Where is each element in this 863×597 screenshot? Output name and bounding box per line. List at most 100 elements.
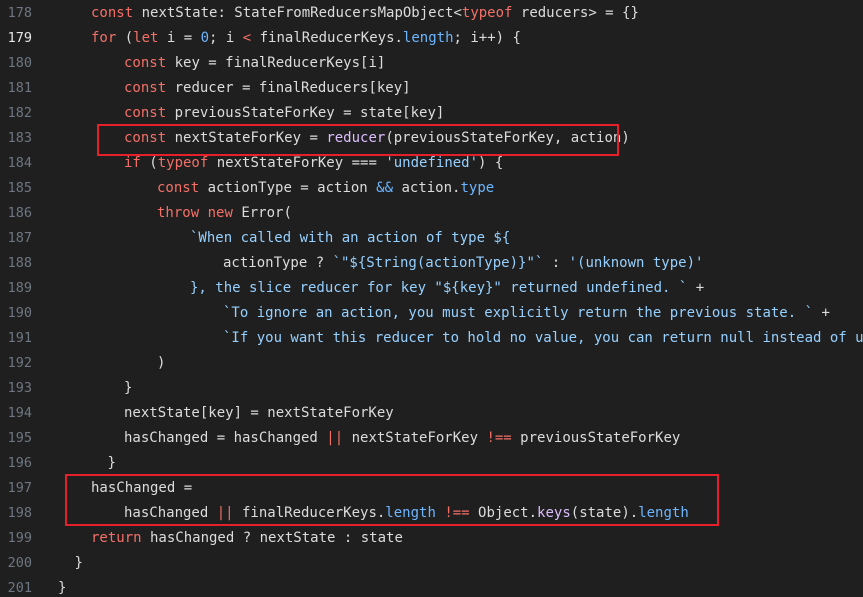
code-line[interactable]: 198 hasChanged || finalReducerKeys.length… — [0, 500, 863, 525]
code-line[interactable]: 181 const reducer = finalReducers[key] — [0, 75, 863, 100]
code-text: hasChanged = — [91, 480, 192, 496]
code-token: previousStateForKey = state[key] — [166, 104, 445, 121]
line-number: 185 — [7, 179, 32, 196]
line-number: 189 — [7, 279, 32, 296]
line-number: 190 — [7, 304, 32, 321]
line-number: 197 — [7, 479, 32, 496]
code-line[interactable]: 179 for (let i = 0; i < finalReducerKeys.… — [0, 25, 863, 50]
code-line[interactable]: 189 }, the slice reducer for key "${key}"… — [0, 275, 863, 300]
line-number: 181 — [7, 79, 32, 96]
code-text: return hasChanged ? nextState : state — [91, 530, 403, 546]
line-number: 178 — [7, 4, 32, 21]
code-token: ; i++) { — [453, 29, 521, 46]
code-line[interactable]: 190 `To ignore an action, you must explic… — [0, 300, 863, 325]
line-number: 184 — [7, 154, 32, 171]
code-text: actionType ? `"${String(actionType)}"` :… — [223, 255, 703, 271]
code-token: nextStateForKey = — [166, 129, 327, 146]
code-token: hasChanged ? nextState : state — [141, 529, 403, 546]
code-token: const — [157, 179, 200, 196]
code-text: ) — [157, 355, 165, 371]
code-line[interactable]: 191 `If you want this reducer to hold no … — [0, 325, 863, 350]
code-token: }, the slice reducer for key "${key}" re… — [190, 279, 688, 296]
code-token: } — [74, 554, 83, 571]
code-token: } — [107, 454, 116, 471]
code-line[interactable]: 200} — [0, 550, 863, 575]
code-token: typeof — [157, 154, 209, 171]
code-token: const — [91, 4, 134, 21]
code-token: hasChanged = — [91, 479, 193, 496]
code-token: + — [687, 279, 705, 296]
code-token: length — [385, 504, 436, 521]
code-token: + — [813, 304, 830, 321]
code-token: key = finalReducerKeys[i] — [166, 54, 386, 71]
code-line[interactable]: 185 const actionType = action && action.t… — [0, 175, 863, 200]
line-number: 199 — [7, 529, 32, 546]
code-text: hasChanged || finalReducerKeys.length !=… — [124, 505, 689, 521]
code-text: hasChanged = hasChanged || nextStateForK… — [124, 430, 680, 446]
code-token: ( — [140, 154, 158, 171]
code-token: actionType = action — [199, 179, 377, 196]
code-text: `If you want this reducer to hold no val… — [223, 330, 863, 346]
code-line[interactable]: 192) — [0, 350, 863, 375]
line-number: 191 — [7, 329, 32, 346]
line-number: 187 — [7, 229, 32, 246]
code-token: let — [133, 29, 159, 46]
code-token: return — [91, 529, 142, 546]
code-token: 'undefined' — [385, 154, 479, 171]
code-token: (state). — [570, 504, 639, 521]
code-line[interactable]: 199 return hasChanged ? nextState : state — [0, 525, 863, 550]
code-token: action. — [393, 179, 461, 196]
code-token: length — [402, 29, 454, 46]
code-line[interactable]: 201} — [0, 575, 863, 597]
code-line[interactable]: 188 actionType ? `"${String(actionType)}"… — [0, 250, 863, 275]
code-line[interactable]: 180 const key = finalReducerKeys[i] — [0, 50, 863, 75]
code-text: `To ignore an action, you must explicitl… — [223, 305, 830, 321]
code-line[interactable]: 195 hasChanged = hasChanged || nextStateF… — [0, 425, 863, 450]
code-token: for — [91, 29, 117, 46]
code-text: const nextState: StateFromReducersMapObj… — [91, 5, 639, 21]
code-line[interactable]: 196} — [0, 450, 863, 475]
code-line[interactable]: 187 `When called with an action of type $… — [0, 225, 863, 250]
code-token: !== — [444, 504, 470, 521]
code-token: type — [460, 179, 495, 196]
code-line[interactable]: 186 throw new Error( — [0, 200, 863, 225]
code-token: : — [543, 254, 569, 271]
code-text: const nextStateForKey = reducer(previous… — [124, 130, 630, 146]
code-token: `If you want this reducer to hold no val… — [223, 329, 863, 346]
code-token: !== — [486, 429, 512, 446]
code-editor[interactable]: 178 const nextState: StateFromReducersMap… — [0, 0, 863, 597]
code-token: const — [124, 129, 167, 146]
code-token: typeof — [461, 4, 513, 21]
code-token: ) { — [478, 154, 504, 171]
code-token: `To ignore an action, you must explicitl… — [223, 304, 814, 321]
code-line[interactable]: 197 hasChanged = — [0, 475, 863, 500]
code-token: ( — [116, 29, 134, 46]
code-token: nextStateForKey === — [208, 154, 386, 171]
code-token: new — [207, 204, 233, 221]
code-line[interactable]: 193} — [0, 375, 863, 400]
line-number: 196 — [7, 454, 32, 471]
code-line[interactable]: 194 nextState[key] = nextStateForKey — [0, 400, 863, 425]
code-token: hasChanged = hasChanged — [124, 429, 327, 446]
line-number: 200 — [7, 554, 32, 571]
code-token: `When called with an action of type ${ — [190, 229, 511, 246]
line-number: 186 — [7, 204, 32, 221]
code-text: nextState[key] = nextStateForKey — [124, 405, 394, 421]
line-number: 188 — [7, 254, 32, 271]
code-line[interactable]: 183 const nextStateForKey = reducer(previ… — [0, 125, 863, 150]
code-line[interactable]: 182 const previousStateForKey = state[key… — [0, 100, 863, 125]
code-token: throw — [157, 204, 200, 221]
line-number: 198 — [7, 504, 32, 521]
code-token: finalReducerKeys. — [251, 29, 403, 46]
code-token: const — [124, 104, 167, 121]
code-line[interactable]: 184 if (typeof nextStateForKey === 'undef… — [0, 150, 863, 175]
code-line[interactable]: 178 const nextState: StateFromReducersMap… — [0, 0, 863, 25]
code-token: || — [216, 504, 234, 521]
code-token: } — [124, 379, 133, 396]
code-token: } — [58, 579, 67, 596]
code-token: if — [124, 154, 141, 171]
line-number: 182 — [7, 104, 32, 121]
code-token: keys — [537, 504, 571, 521]
code-token: reducers> = {} — [512, 4, 639, 21]
